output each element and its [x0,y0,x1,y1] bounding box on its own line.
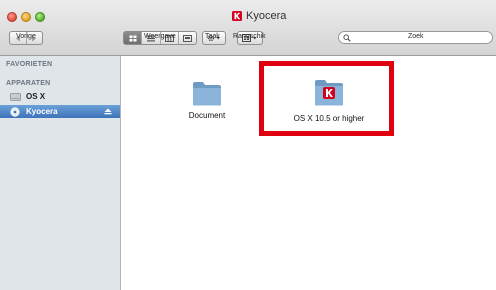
eject-icon[interactable] [104,108,112,115]
back-label: Vorige [16,33,36,40]
action-label: Taak [205,33,220,40]
window-title: Kyocera [246,10,287,22]
view-label: Weergave [144,33,176,40]
file-label: Document [188,111,226,120]
finder-window: Kyocera Vorige Weergave Taak Rangschik Z… [0,0,496,290]
title-bar: Kyocera Vorige Weergave Taak Rangschik Z… [0,0,496,56]
sidebar-item-os-x[interactable]: OS X [0,90,120,103]
cover-flow-view-button[interactable] [179,32,196,44]
disc-icon [10,106,20,117]
search-label: Zoek [408,33,424,40]
sidebar: FAVORIETEN APPARATEN OS X Kyocera [0,56,121,290]
icon-view-icon [129,35,137,41]
arrange-label: Rangschik [233,33,266,40]
sidebar-item-kyocera[interactable]: Kyocera [0,105,120,118]
cover-flow-icon [182,34,192,42]
folder-icon [193,82,221,106]
window-title-group: Kyocera [232,8,286,24]
file-item-document[interactable]: Document [179,80,235,120]
sidebar-item-label: Kyocera [26,107,58,116]
highlight-box [259,61,394,136]
close-window-button[interactable] [7,12,17,22]
minimize-window-button[interactable] [21,12,31,22]
sidebar-header-favorites: FAVORIETEN [6,61,53,68]
kyocera-logo-icon [232,11,242,21]
sidebar-header-devices: APPARATEN [6,80,51,87]
hard-drive-icon [10,92,21,101]
zoom-window-button[interactable] [35,12,45,22]
search-icon [343,34,351,42]
icon-view-button[interactable] [124,32,143,44]
sidebar-item-label: OS X [26,92,46,101]
